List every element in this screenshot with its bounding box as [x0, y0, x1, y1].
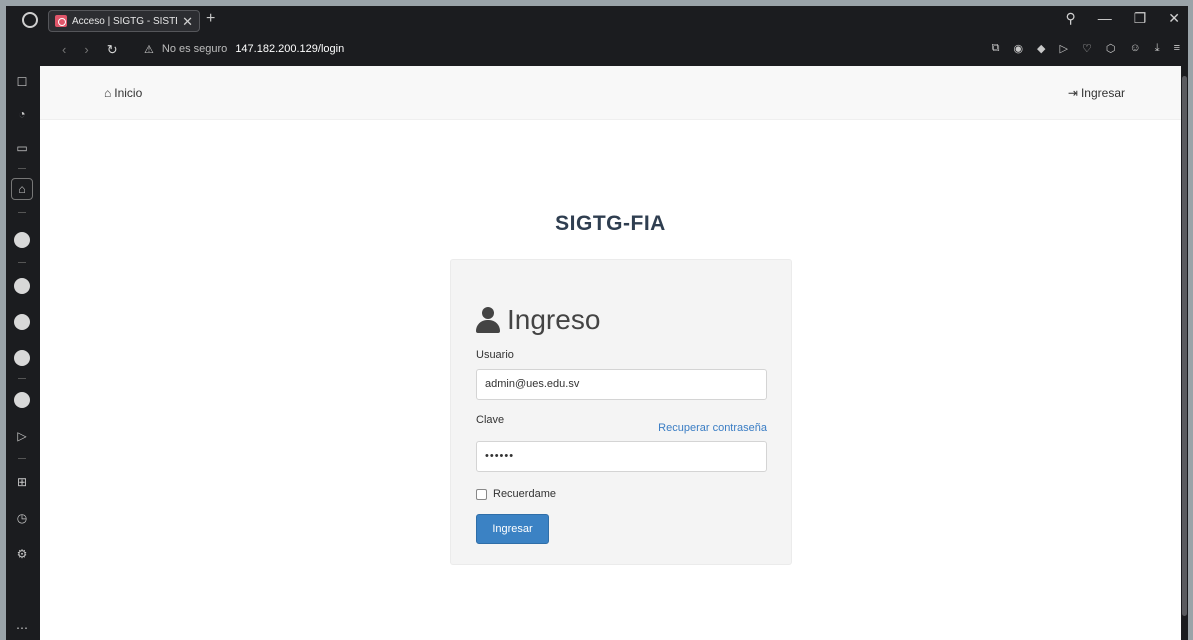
heart-icon[interactable]: ♡: [1082, 42, 1092, 55]
back-icon[interactable]: ‹: [62, 42, 66, 58]
browser-sidebar: ☐ ◔ ▭ ⌂ ▷ ⊞ ◷ ⚙ ⋯: [6, 66, 40, 640]
nav-home-link[interactable]: ⌂ Inicio: [104, 86, 142, 100]
shield-icon[interactable]: ◆: [1037, 42, 1045, 55]
reload-icon[interactable]: ↻: [107, 42, 118, 58]
login-heading: Ingreso: [475, 304, 600, 336]
new-tab-button[interactable]: +: [206, 11, 215, 27]
snapshot-icon[interactable]: ⧉: [992, 42, 1000, 55]
favicon-icon: [55, 15, 67, 27]
menu-icon[interactable]: ≡: [1174, 42, 1180, 55]
remember-me[interactable]: Recuerdame: [476, 488, 556, 500]
home-sidebar-icon[interactable]: ⌂: [14, 181, 30, 197]
forward-icon[interactable]: ›: [84, 42, 88, 58]
more-icon[interactable]: ⋯: [14, 620, 30, 636]
tab-active[interactable]: Acceso | SIGTG - SISTEMA I ✕: [48, 10, 200, 32]
address-bar: ‹ › ↻ ⚠ No es seguro 147.182.200.129/log…: [6, 34, 1188, 66]
browser-window: Acceso | SIGTG - SISTEMA I ✕ + ⚲ — ❐ ✕ ‹…: [6, 6, 1188, 640]
telegram-icon[interactable]: [14, 350, 30, 366]
messenger-icon[interactable]: [14, 278, 30, 294]
settings-icon[interactable]: ⚙: [14, 546, 30, 562]
page-title: SIGTG-FIA: [555, 212, 666, 235]
login-title: Ingreso: [507, 304, 601, 335]
login-card: Ingreso Usuario admin@ues.edu.sv Clave R…: [450, 259, 792, 565]
send-icon[interactable]: ▷: [1060, 42, 1068, 55]
gamepad-icon[interactable]: ☐: [14, 74, 30, 90]
url-text: 147.182.200.129/login: [235, 43, 345, 55]
sign-in-icon: ⇥: [1067, 86, 1078, 100]
tab-title: Acceso | SIGTG - SISTEMA I: [72, 15, 177, 27]
page-viewport: ⌂ Inicio ⇥ Ingresar SIGTG-FIA Ingreso Us…: [40, 66, 1181, 640]
site-navbar: ⌂ Inicio ⇥ Ingresar: [40, 66, 1181, 120]
tab-close-icon[interactable]: ✕: [182, 15, 193, 28]
spotify-icon[interactable]: [14, 392, 30, 408]
user-icon: [475, 307, 501, 333]
nav-home-label: Inicio: [114, 86, 143, 100]
window-controls: ⚲ — ❐ ✕: [1065, 10, 1180, 27]
nav-login-label: Ingresar: [1080, 86, 1125, 100]
extensions-icon[interactable]: ⊞: [14, 474, 30, 490]
remember-label: Recuerdame: [493, 488, 556, 500]
login-submit-button[interactable]: Ingresar: [476, 514, 549, 544]
username-field[interactable]: admin@ues.edu.sv: [476, 369, 767, 400]
bag-icon[interactable]: ▭: [14, 140, 30, 156]
flow-icon[interactable]: ▷: [14, 428, 30, 444]
restore-icon[interactable]: ❐: [1134, 10, 1147, 27]
password-label: Clave: [476, 414, 505, 426]
security-label: No es seguro: [161, 43, 228, 55]
tab-bar: Acceso | SIGTG - SISTEMA I ✕ + ⚲ — ❐ ✕: [6, 6, 1188, 34]
tab-search-icon[interactable]: ⚲: [1065, 10, 1075, 27]
download-icon[interactable]: ⤓: [1155, 42, 1160, 55]
username-label: Usuario: [476, 349, 514, 361]
page-scrollbar[interactable]: [1181, 66, 1188, 640]
minimize-icon[interactable]: —: [1098, 10, 1112, 27]
app-sidebar-icon[interactable]: [14, 232, 30, 248]
password-field[interactable]: ••••••: [476, 441, 767, 472]
nav-login-link[interactable]: ⇥ Ingresar: [1068, 86, 1125, 100]
toolbar-icons: ⧉ ◉ ◆ ▷ ♡ ⬡ ☺ ⤓ ≡: [992, 42, 1180, 55]
speed-dial-icon[interactable]: ◔: [14, 106, 30, 122]
recover-password-link[interactable]: Recuperar contraseña: [658, 422, 767, 434]
home-icon: ⌂: [104, 86, 112, 100]
whatsapp-icon[interactable]: [14, 314, 30, 330]
navigation-buttons: ‹ › ↻: [62, 42, 118, 58]
camera-icon[interactable]: ◉: [1013, 42, 1023, 55]
history-icon[interactable]: ◷: [14, 510, 30, 526]
close-window-icon[interactable]: ✕: [1168, 10, 1180, 27]
url-field[interactable]: ⚠ No es seguro 147.182.200.129/login: [144, 43, 344, 56]
cube-icon[interactable]: ⬡: [1106, 42, 1116, 55]
security-warning-icon: ⚠: [144, 44, 154, 56]
remember-checkbox[interactable]: [476, 488, 487, 500]
browser-logo-icon[interactable]: [22, 12, 38, 28]
profile-icon[interactable]: ☺: [1129, 42, 1140, 55]
